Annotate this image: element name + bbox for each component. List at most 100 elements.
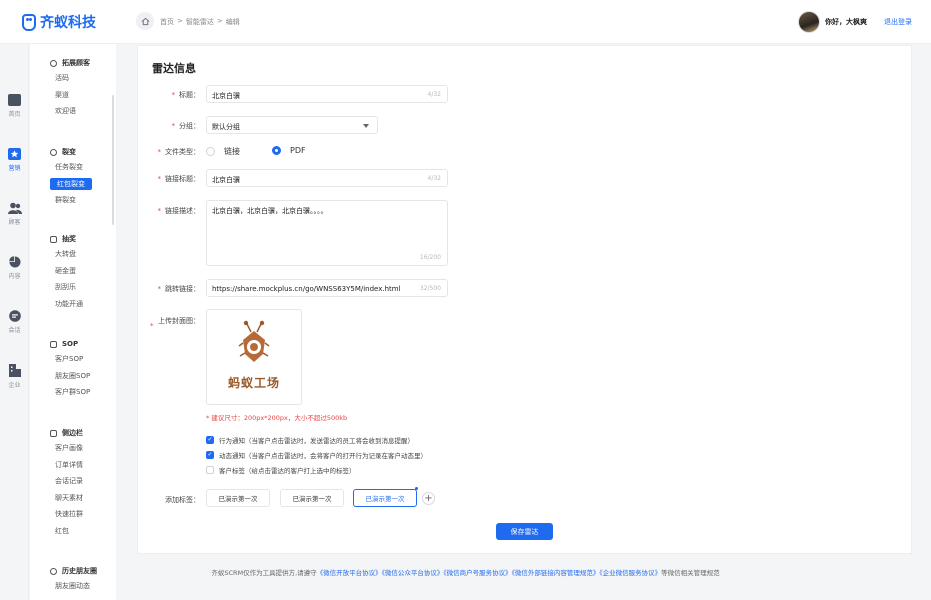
menu-item-redpacket-fission[interactable]: 红包裂变 [50, 177, 92, 190]
tag-item-selected[interactable]: 已演示第一次 [353, 487, 418, 507]
menu-item-moments-feed[interactable]: 朋友圈动态 [30, 578, 116, 595]
title-input-value: 北京白骥 [212, 92, 240, 100]
menu-item-chat-material[interactable]: 聊天素材 [30, 490, 116, 507]
rail-item-marketing[interactable]: 营销 [0, 148, 29, 172]
save-radar-button[interactable]: 保存雷达 [496, 523, 553, 540]
link-title-char-count: 4/32 [427, 175, 441, 182]
link-title-value: 北京白骥 [212, 176, 240, 184]
check-behavior-notify[interactable]: ✓ 行为通知（当客户点击雷达时，发送雷达的员工将会收到消息提醒） [206, 435, 414, 445]
menu-item-wheel[interactable]: 大转盘 [30, 246, 116, 263]
cover-upload[interactable]: 蚂蚁工场 [206, 309, 302, 405]
jump-link-char-count: 32/500 [419, 285, 441, 292]
tag-indicator [415, 487, 418, 490]
radar-form-card: 雷达信息 * 标题： 北京白骥 4/32 * 分组： 默认分组 * 文件类型： 链接 … [137, 45, 912, 554]
cover-logo-text: 蚂蚁工场 [227, 376, 280, 390]
home-icon [141, 17, 149, 25]
footer-link-work-wechat[interactable]: 《企业微信服务协议》 [599, 569, 661, 577]
breadcrumb-separator: > [216, 17, 223, 25]
tag-item[interactable]: 已演示第一次 [206, 489, 270, 507]
rail-label: 顾客 [8, 219, 21, 226]
breadcrumb-edit: 编辑 [225, 18, 240, 26]
menu-item-live-code[interactable]: 活码 [30, 70, 116, 87]
menu-item-channel[interactable]: 渠道 [30, 87, 116, 104]
footer-suffix: 等微信相关管理规范 [661, 569, 720, 577]
fission-icon [50, 148, 57, 156]
required-mark: * [157, 148, 162, 156]
title-char-count: 4/32 [427, 91, 441, 98]
jump-link-value: https://share.mockplus.cn/go/WNSS63Y5M/i… [212, 285, 401, 293]
home-icon [8, 94, 21, 106]
menu-item-redpacket[interactable]: 红包 [30, 523, 116, 540]
menu-item-task-fission[interactable]: 任务裂变 [30, 159, 116, 176]
menu-item-order-detail[interactable]: 订单详情 [30, 457, 116, 474]
group-label: * 分组： [171, 122, 201, 130]
tag-item[interactable]: 已演示第一次 [280, 489, 344, 507]
required-mark: * [150, 322, 154, 330]
menu-group-fission: 裂变 任务裂变 红包裂变 群裂变 [30, 145, 116, 208]
user-greeting: 你好，大枫爽 [825, 18, 867, 26]
required-mark: * [157, 207, 162, 215]
breadcrumb-radar[interactable]: 智能雷达 [186, 17, 214, 27]
rail-item-customers[interactable]: 顾客 [0, 202, 29, 226]
check-label: 客户标签（给点击雷达的客户打上选中的标签） [219, 467, 356, 475]
radio-circle-selected [272, 146, 281, 155]
home-button[interactable] [136, 12, 154, 30]
app-logo[interactable]: 齐蚁科技 [22, 12, 96, 32]
star-icon [8, 148, 21, 160]
top-bar: 齐蚁科技 首页 > 智能雷达 > 编辑 你好，大枫爽 退出登录 [0, 0, 931, 44]
add-tag-button[interactable]: + [422, 492, 435, 505]
submenu-scrollbar[interactable] [112, 95, 114, 225]
check-dynamic-notify[interactable]: ✓ 动态通知（当客户点击雷达时，会将客户的打开行为记录在客户动态里） [206, 450, 427, 460]
menu-item-customer-sop[interactable]: 客户SOP [30, 351, 116, 368]
page-title: 雷达信息 [152, 62, 196, 75]
menu-item-quick-group[interactable]: 快速拉群 [30, 506, 116, 523]
avatar[interactable] [798, 11, 820, 33]
link-title-label: * 链接标题： [157, 175, 201, 183]
footer-link-merchant[interactable]: 《微信商户号服务协议》 [443, 569, 511, 577]
rail-item-enterprise[interactable]: 企业 [0, 364, 29, 389]
menu-item-welcome[interactable]: 欢迎语 [30, 103, 116, 120]
rail-label: 企业 [8, 382, 21, 389]
check-customer-tag[interactable]: 客户标签（给点击雷达的客户打上选中的标签） [206, 465, 356, 475]
menu-item-scratch[interactable]: 刮刮乐 [30, 279, 116, 296]
rail-item-chat[interactable]: 会话 [0, 310, 29, 334]
menu-group-title: 侧边栏 [30, 426, 116, 440]
link-desc-label: * 链接描述： [157, 207, 201, 215]
required-mark: * [171, 91, 176, 99]
footer-notice: 齐蚁SCRM仅作为工具提供方,请遵守《微信开放平台协议》《微信公众平台协议》《微… [0, 567, 931, 577]
menu-item-chat-record[interactable]: 会话记录 [30, 473, 116, 490]
filetype-label: * 文件类型： [157, 148, 201, 156]
menu-item-customer-group-sop[interactable]: 客户群SOP [30, 384, 116, 401]
menu-group-expand: 拓展顾客 活码 渠道 欢迎语 [30, 56, 116, 120]
menu-item-activate[interactable]: 功能开通 [30, 296, 116, 313]
jump-link-input[interactable]: https://share.mockplus.cn/go/WNSS63Y5M/i… [206, 279, 448, 297]
menu-item-group-fission[interactable]: 群裂变 [30, 192, 116, 209]
app-name: 齐蚁科技 [40, 15, 96, 31]
menu-item-customer-profile[interactable]: 客户画像 [30, 440, 116, 457]
footer-link-public-platform[interactable]: 《微信公众平台协议》 [382, 569, 444, 577]
menu-item-moments-sop[interactable]: 朋友圈SOP [30, 368, 116, 385]
check-label: 行为通知（当客户点击雷达时，发送雷达的员工将会收到消息提醒） [219, 437, 414, 445]
size-hint: * 建议尺寸：200px*200px，大小不超过500kb [206, 414, 348, 422]
rail-label: 内容 [8, 273, 21, 280]
rail-item-content[interactable]: 内容 [0, 256, 29, 280]
logout-link[interactable]: 退出登录 [884, 17, 912, 27]
radio-link[interactable]: 链接 [206, 146, 240, 157]
footer-link-external-link[interactable]: 《微信外部链接内容管理规范》 [512, 569, 600, 577]
link-desc-textarea[interactable]: 北京白骥，北京白骥，北京白骥。。。。 16/200 [206, 200, 448, 266]
breadcrumb-home[interactable]: 首页 [160, 17, 174, 27]
rail-item-home[interactable]: 首页 [0, 94, 29, 118]
building-icon [8, 364, 21, 377]
sub-menu: 拓展顾客 活码 渠道 欢迎语 裂变 任务裂变 红包裂变 群裂变 抽奖 大转盘 砸… [30, 44, 116, 600]
title-input[interactable]: 北京白骥 4/32 [206, 85, 448, 103]
radio-label: PDF [290, 146, 306, 155]
menu-item-golden-egg[interactable]: 砸金蛋 [30, 263, 116, 280]
pie-icon [8, 256, 20, 268]
compass-icon [50, 59, 57, 67]
breadcrumb: 首页 > 智能雷达 > 编辑 [160, 17, 240, 27]
group-select[interactable]: 默认分组 [206, 116, 378, 134]
required-mark: * [171, 122, 176, 130]
link-title-input[interactable]: 北京白骥 4/32 [206, 169, 448, 187]
radio-pdf[interactable]: PDF [272, 146, 306, 155]
footer-link-open-platform[interactable]: 《微信开放平台协议》 [317, 569, 382, 577]
